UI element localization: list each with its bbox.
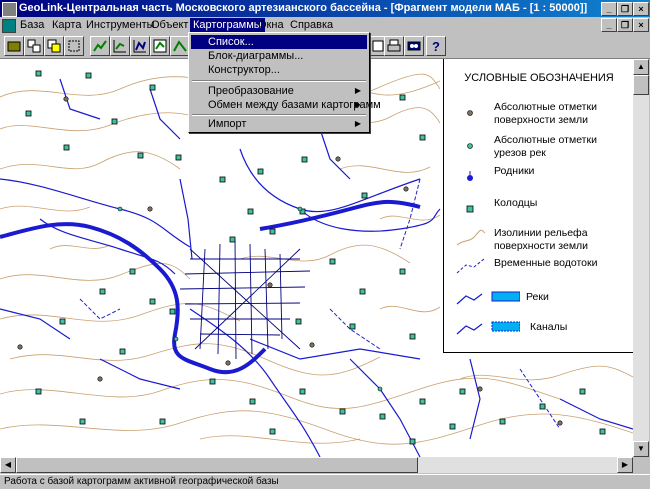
horizontal-scroll-thumb[interactable] [16,457,418,473]
graph-button[interactable] [130,36,150,56]
cartograms-dropdown: Список... Блок-диаграммы... Конструктор.… [188,32,381,133]
status-text: Работа с базой картограмм активной геогр… [4,476,279,487]
dropdown-item-list[interactable]: Список... [191,35,367,49]
spring-icon [467,171,473,181]
main-river [0,199,421,375]
temporary-stream-icon [456,258,485,274]
city-streets [179,238,311,360]
dropdown-item-constructor[interactable]: Конструктор... [191,63,367,77]
canal-icon [456,321,520,335]
contour-icon [456,229,486,246]
open-base-button[interactable] [4,36,24,56]
river-level-icon [467,143,473,149]
dropdown-item-transform[interactable]: Преобразование ▶ [191,84,367,98]
legend-item: Абсолютные отметки поверхности земли [444,101,633,131]
dropdown-separator [192,80,366,82]
legend-item: Каналы [444,318,633,348]
menu-cartograms[interactable]: Картограммы [190,18,265,32]
help-button[interactable]: ? [426,36,446,56]
dropdown-item-exchange[interactable]: Обмен между базами картограмм ▶ [191,98,381,112]
menu-object[interactable]: Объект [148,18,191,32]
maximize-button[interactable]: ❐ [617,2,633,16]
table-button[interactable] [150,36,170,56]
edit-map-button[interactable] [90,36,110,56]
mdi-close-button[interactable]: × [633,18,649,32]
scroll-right-button[interactable]: ▶ [617,457,633,473]
frame-button[interactable] [64,36,84,56]
title-bar: GeoLink-Центральная часть Московского ар… [0,0,650,17]
submenu-arrow-icon: ▶ [354,100,361,109]
tile-button[interactable] [24,36,44,56]
scroll-left-button[interactable]: ◀ [0,457,16,473]
map-legend: УСЛОВНЫЕ ОБОЗНАЧЕНИЯ Абсолютные отметки п… [443,59,633,353]
horizontal-scrollbar[interactable]: ◀ ▶ [0,457,633,473]
dropdown-separator [192,114,366,116]
menu-help[interactable]: Справка [287,18,336,32]
menu-base[interactable]: База [17,18,47,32]
view-button[interactable] [404,36,424,56]
well-icon [466,205,474,213]
app-icon[interactable] [2,2,17,17]
submenu-arrow-icon: ▶ [354,119,361,128]
profile-button[interactable] [170,36,190,56]
legend-title: УСЛОВНЫЕ ОБОЗНАЧЕНИЯ [464,72,614,84]
mdi-minimize-button[interactable]: _ [601,18,617,32]
river-icon [456,291,520,305]
legend-item: Реки [444,288,633,318]
legend-item: Изолинии рельефа поверхности земли [444,227,633,257]
dropdown-item-import[interactable]: Импорт ▶ [191,117,367,131]
legend-item: Временные водотоки [444,257,633,287]
layers-button[interactable] [44,36,64,56]
mdi-restore-button[interactable]: ❐ [617,18,633,32]
status-bar: Работа с базой картограмм активной геогр… [0,474,650,489]
minimize-button[interactable]: _ [601,2,617,16]
scroll-corner [633,457,649,473]
dropdown-item-block-diagrams[interactable]: Блок-диаграммы... [191,49,367,63]
chart-button[interactable] [110,36,130,56]
submenu-arrow-icon: ▶ [354,86,361,95]
elevation-point-icon [467,110,473,116]
print-button[interactable] [384,36,404,56]
vertical-scroll-thumb[interactable] [633,75,649,95]
legend-item: Колодцы [444,197,633,227]
menu-bar: База Карта Инструменты Объект Картограмм… [0,17,650,33]
menu-map[interactable]: Карта [49,18,84,32]
legend-item: Родники [444,165,633,195]
menu-tools[interactable]: Инструменты [83,18,158,32]
svg-text:?: ? [432,39,440,53]
legend-item: Абсолютные отметки урезов рек [444,134,633,164]
scroll-down-button[interactable]: ▼ [633,441,649,457]
vertical-scrollbar[interactable]: ▲ ▼ [633,59,649,457]
window-title: GeoLink-Центральная часть Московского ар… [19,2,588,14]
close-button[interactable]: × [633,2,649,16]
menu-windows[interactable]: Окна [255,18,287,32]
scroll-up-button[interactable]: ▲ [633,59,649,75]
document-icon[interactable] [2,19,16,33]
